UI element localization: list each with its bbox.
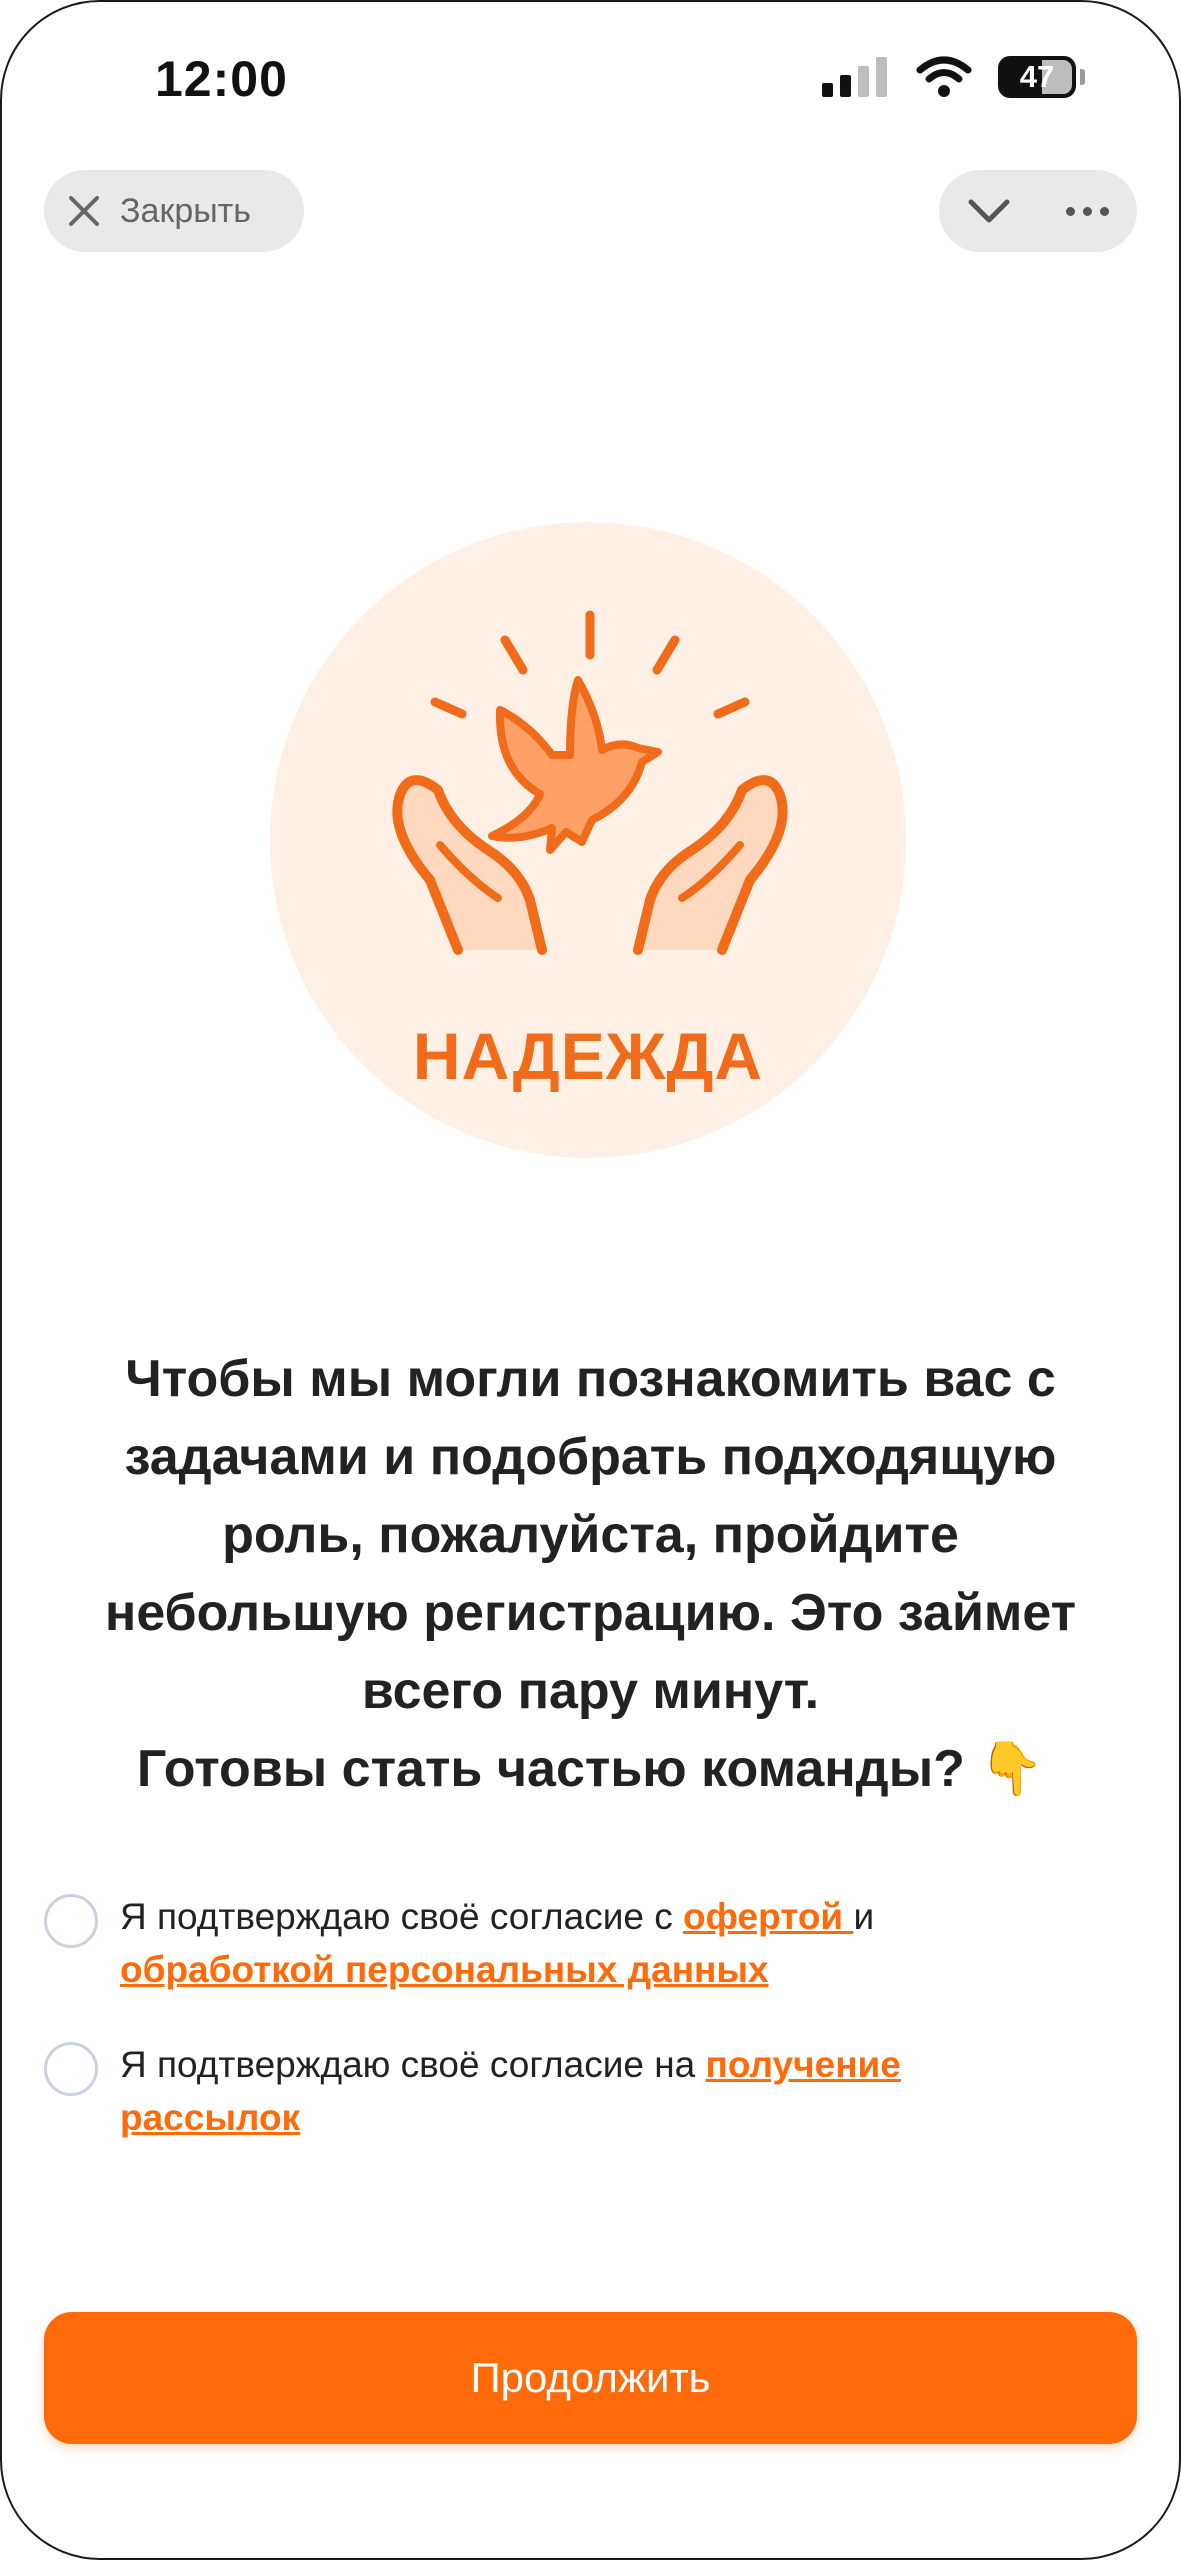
close-label: Закрыть: [120, 191, 251, 230]
wifi-icon: [916, 56, 972, 97]
consent-newsletter-radio[interactable]: [44, 2042, 98, 2096]
continue-button[interactable]: Продолжить: [44, 2312, 1137, 2444]
message-line: всего пару минут.: [361, 1662, 820, 1720]
consent-offer-text: Я подтверждаю своё согласие с офертой и о…: [120, 1890, 1080, 1996]
more-dots-icon[interactable]: [1066, 206, 1110, 216]
chevron-down-icon[interactable]: [967, 196, 1011, 226]
message-line: небольшую регистрацию. Это займет: [104, 1584, 1077, 1642]
consent-offer-label: Я подтверждаю своё согласие с: [120, 1896, 684, 1937]
message-line: Чтобы мы могли познакомить вас с: [125, 1350, 1056, 1408]
signal-icon: [822, 57, 887, 97]
status-icons: 47: [822, 56, 1085, 98]
dove-in-hands-icon: [392, 610, 788, 955]
personal-data-link[interactable]: обработкой персональных данных: [120, 1949, 769, 1990]
offer-link[interactable]: офертой: [683, 1896, 853, 1937]
battery-icon: 47: [998, 56, 1085, 98]
consent-offer-radio[interactable]: [44, 1894, 98, 1948]
close-icon: [69, 196, 99, 226]
battery-percent: 47: [1019, 59, 1055, 94]
consent-newsletter-label: Я подтверждаю своё согласие на: [120, 2044, 706, 2085]
message-line: роль, пожалуйста, пройдите: [222, 1506, 959, 1564]
consent-offer-conjunction: и: [853, 1896, 875, 1937]
mini-app-menu: [939, 170, 1137, 252]
battery-cap: [1080, 69, 1085, 85]
message-line: Готовы стать частью команды? 👇: [136, 1740, 1045, 1798]
close-button[interactable]: Закрыть: [44, 170, 304, 252]
status-time: 12:00: [155, 51, 288, 107]
device-frame: [0, 0, 1181, 2560]
consent-newsletter-text: Я подтверждаю своё согласие на получение…: [120, 2038, 1080, 2144]
logo-text: НАДЕЖДА: [412, 1019, 764, 1093]
welcome-message: Чтобы мы могли познакомить вас с задачам…: [40, 1340, 1141, 1808]
message-line: задачами и подобрать подходящую: [124, 1428, 1057, 1486]
